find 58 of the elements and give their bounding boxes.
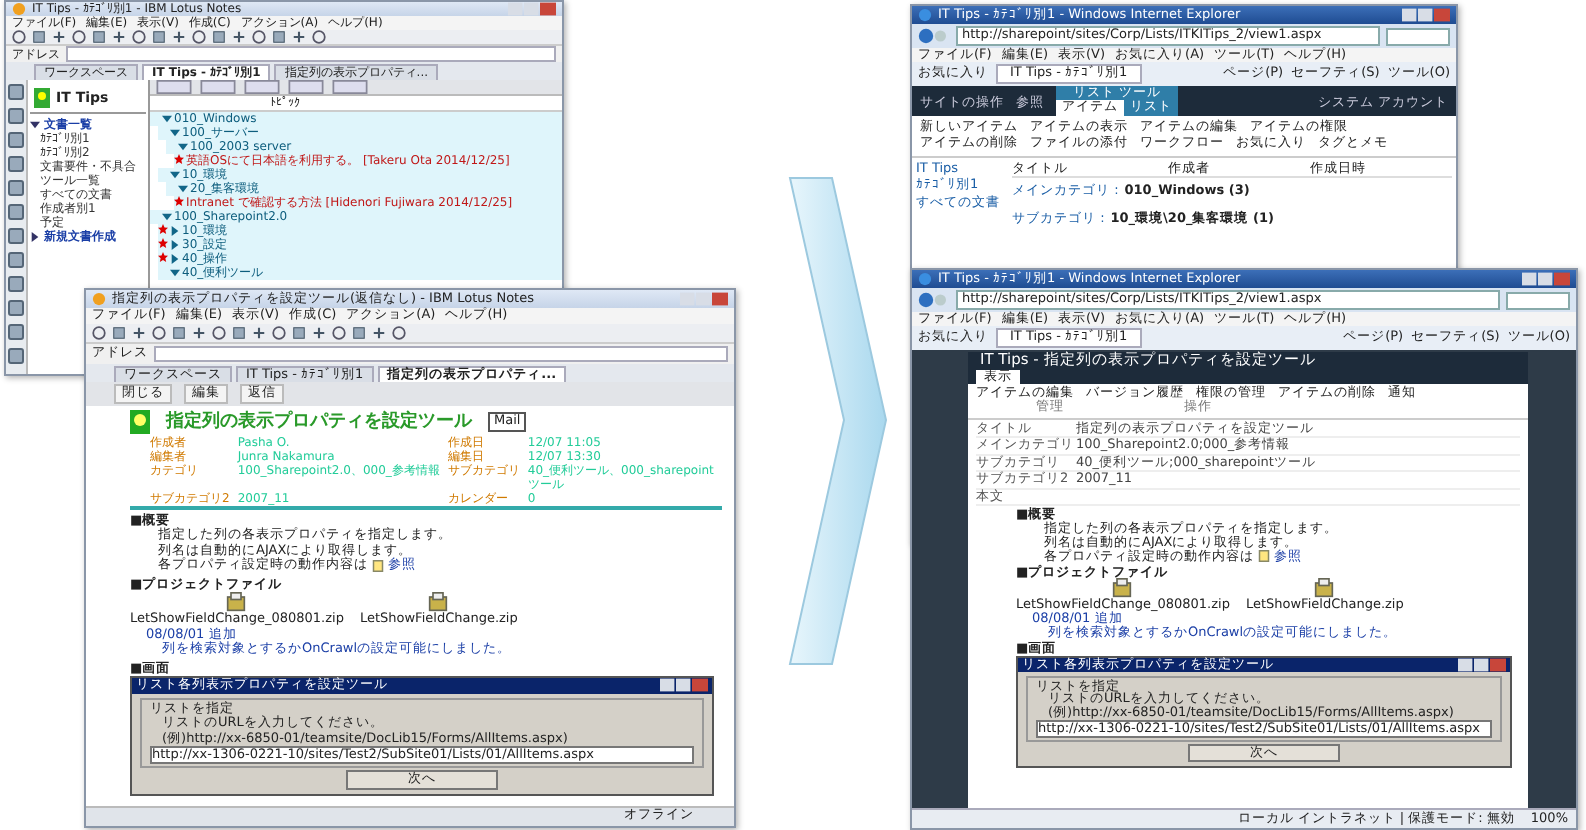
toolbar-icon[interactable] bbox=[232, 30, 246, 44]
document-title: 指定列の表示プロパティを設定ツール bbox=[166, 411, 472, 433]
collapsed-triangle-icon[interactable] bbox=[170, 240, 180, 250]
search-field[interactable] bbox=[1386, 27, 1450, 46]
star-icon bbox=[158, 238, 168, 248]
search-field[interactable] bbox=[1506, 291, 1570, 310]
toolbar-icon[interactable] bbox=[192, 325, 206, 340]
star-icon bbox=[174, 154, 184, 164]
toolbar-icon[interactable] bbox=[132, 325, 146, 340]
app-icon bbox=[12, 2, 26, 16]
window-controls-icon[interactable] bbox=[660, 678, 708, 693]
expanded-triangle-icon[interactable] bbox=[170, 128, 180, 138]
collapsed-triangle-icon[interactable] bbox=[170, 226, 180, 236]
lightbulb-icon bbox=[130, 409, 150, 434]
expanded-triangle-icon[interactable] bbox=[162, 114, 172, 124]
expanded-triangle-icon[interactable] bbox=[178, 142, 188, 152]
right-arrow-icon bbox=[788, 176, 888, 666]
expanded-triangle-icon[interactable] bbox=[162, 212, 172, 222]
action-icon[interactable] bbox=[286, 80, 326, 94]
window-controls-icon[interactable] bbox=[1458, 657, 1506, 672]
address-field[interactable] bbox=[154, 345, 728, 362]
page-icon bbox=[1258, 550, 1270, 563]
zip-file-icon[interactable] bbox=[226, 592, 247, 613]
action-icon[interactable] bbox=[154, 80, 194, 94]
app-icon bbox=[92, 292, 106, 307]
zip-file-icon[interactable] bbox=[1112, 578, 1133, 599]
address-field[interactable] bbox=[66, 46, 556, 62]
action-icon[interactable] bbox=[330, 80, 370, 94]
star-icon bbox=[158, 252, 168, 262]
toolbar-icon[interactable] bbox=[372, 325, 386, 340]
window-controls-icon[interactable] bbox=[1402, 8, 1450, 23]
zip-file-icon[interactable] bbox=[428, 592, 449, 613]
zip-file-icon[interactable] bbox=[1314, 578, 1335, 599]
toolbar-icon[interactable] bbox=[292, 30, 306, 44]
star-icon bbox=[174, 196, 184, 206]
toolbar-icon[interactable] bbox=[52, 30, 66, 44]
browser-icon bbox=[918, 8, 932, 23]
star-icon bbox=[158, 224, 168, 234]
toolbar-icon[interactable] bbox=[312, 30, 326, 44]
window-controls-icon[interactable] bbox=[1522, 272, 1570, 287]
expanded-triangle-icon[interactable] bbox=[30, 120, 40, 130]
collapsed-triangle-icon[interactable] bbox=[30, 232, 40, 242]
database-icon bbox=[34, 88, 50, 108]
action-icon[interactable] bbox=[198, 80, 238, 94]
collapsed-triangle-icon[interactable] bbox=[170, 254, 180, 264]
toolbar-icon[interactable] bbox=[312, 325, 326, 340]
toolbar-icon[interactable] bbox=[172, 30, 186, 44]
expanded-triangle-icon[interactable] bbox=[170, 170, 180, 180]
toolbar-icon[interactable] bbox=[392, 325, 406, 340]
toolbar-icon[interactable] bbox=[112, 30, 126, 44]
back-forward-icon[interactable] bbox=[918, 28, 950, 45]
toolbar-icon[interactable] bbox=[252, 325, 266, 340]
expanded-triangle-icon[interactable] bbox=[170, 268, 180, 278]
expanded-triangle-icon[interactable] bbox=[178, 184, 188, 194]
browser-icon bbox=[918, 272, 932, 287]
action-icon[interactable] bbox=[242, 80, 282, 94]
page-icon bbox=[372, 560, 384, 573]
back-forward-icon[interactable] bbox=[918, 292, 950, 309]
